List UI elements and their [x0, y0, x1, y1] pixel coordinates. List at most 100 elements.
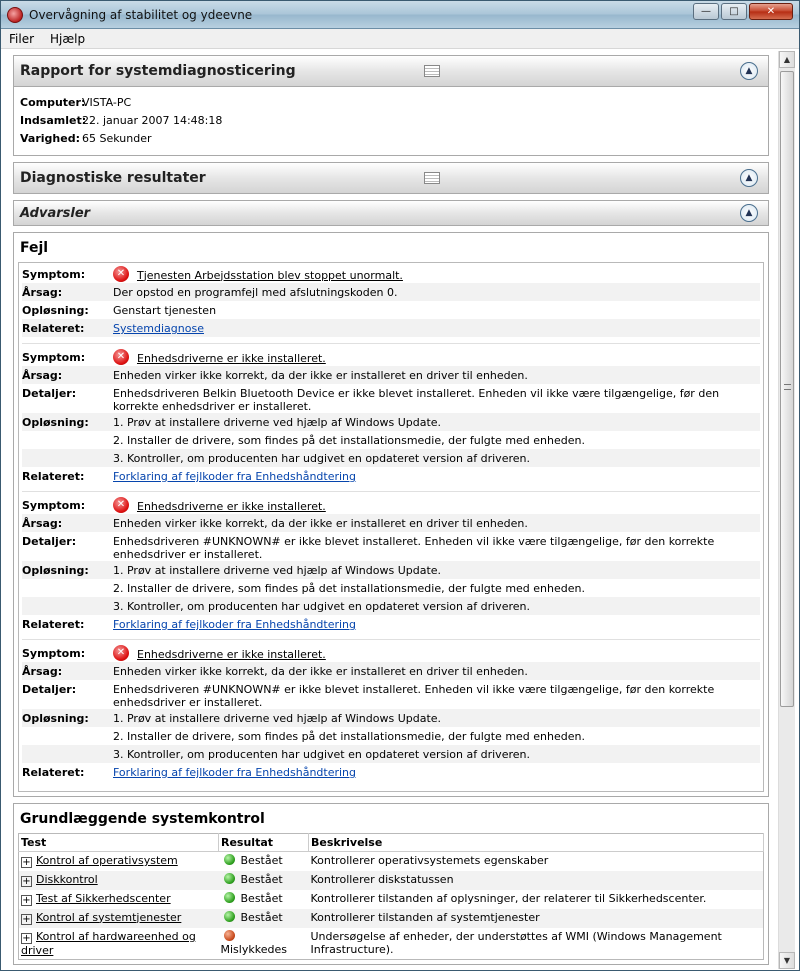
errors-title: Fejl: [20, 240, 49, 256]
solution-step: 3. Kontroller, om producenten har udgive…: [113, 452, 530, 465]
errors-list: Symptom: ✕ Tjenesten Arbejdsstation blev s…: [18, 262, 764, 792]
result-cell: Bestået: [218, 870, 309, 890]
report-section-header[interactable]: Rapport for systemdiagnosticering ▲: [13, 55, 769, 87]
details-text: Enhedsdriveren #UNKNOWN# er ikke blevet …: [113, 535, 715, 561]
solution-step: 1. Prøv at installere driverne ved hjælp…: [113, 712, 442, 725]
error-row: Opløsning: Genstart tjenesten: [22, 301, 760, 319]
field-label: Detaljer:: [22, 683, 77, 696]
test-link[interactable]: Kontrol af operativsystem: [36, 854, 178, 867]
column-header-description[interactable]: Beskrivelse: [308, 833, 764, 852]
chevron-up-icon[interactable]: ▲: [740, 169, 758, 187]
result-text: Mislykkedes: [220, 942, 287, 956]
field-value: Genstart tjenesten: [113, 304, 760, 317]
cause-text: Enheden virker ikke korrekt, da der ikke…: [113, 369, 528, 382]
test-link[interactable]: Test af Sikkerhedscenter: [36, 892, 171, 905]
error-row: 3. Kontroller, om producenten har udgive…: [22, 597, 760, 615]
details-text: Enhedsdriveren Belkin Bluetooth Device e…: [113, 387, 720, 413]
close-button[interactable]: ✕: [749, 3, 793, 20]
field-label: Symptom:: [22, 351, 86, 364]
description-cell: Kontrollerer operativsystemets egenskabe…: [310, 854, 549, 867]
maximize-button[interactable]: □: [721, 3, 747, 20]
error-row: 2. Installer de drivere, som findes på d…: [22, 579, 760, 597]
report-info: Computer: VISTA-PC Indsamlet: 22. januar…: [13, 87, 769, 156]
vertical-scrollbar[interactable]: ▲ ▼: [778, 51, 795, 969]
test-link[interactable]: Kontrol af hardwareenhed og driver: [21, 930, 196, 957]
plus-expander-icon[interactable]: +: [21, 932, 32, 944]
symptom-text[interactable]: Enhedsdriverne er ikke installeret.: [137, 500, 326, 513]
monitor-app-icon: [7, 6, 23, 23]
test-link[interactable]: Kontrol af systemtjenester: [36, 911, 181, 924]
info-value: 22. januar 2007 14:48:18: [82, 113, 223, 127]
minimize-button[interactable]: —: [693, 3, 719, 20]
checks-panel: Grundlæggende systemkontrol Test Resulta…: [13, 803, 769, 965]
title-bar[interactable]: Overvågning af stabilitet og ydeevne — □…: [1, 1, 799, 29]
app-window: Overvågning af stabilitet og ydeevne — □…: [0, 0, 800, 971]
error-row: 3. Kontroller, om producenten har udgive…: [22, 449, 760, 467]
plus-expander-icon[interactable]: +: [21, 857, 32, 868]
diagnostic-section-header[interactable]: Diagnostiske resultater ▲: [13, 162, 769, 194]
scroll-down-arrow-icon[interactable]: ▼: [779, 952, 795, 969]
symptom-text[interactable]: Enhedsdriverne er ikke installeret.: [137, 352, 326, 365]
field-value: Forklaring af fejlkoder fra Enhedshåndte…: [113, 766, 760, 779]
field-label: Opløsning:: [22, 416, 89, 429]
field-value: 1. Prøv at installere driverne ved hjælp…: [113, 564, 760, 577]
table-row[interactable]: + Kontrol af hardwareenhed og driver Misly…: [19, 928, 764, 960]
menu-help[interactable]: Hjælp: [42, 32, 93, 46]
field-label: Symptom:: [22, 268, 86, 281]
report-icon[interactable]: [424, 172, 440, 184]
field-label: Relateret:: [22, 618, 85, 631]
table-row[interactable]: + Kontrol af operativsystem Bestået Kontrol…: [19, 852, 764, 871]
plus-expander-icon[interactable]: +: [21, 894, 32, 906]
solution-step: 2. Installer de drivere, som findes på d…: [113, 730, 585, 743]
scroll-up-arrow-icon[interactable]: ▲: [779, 51, 795, 68]
cause-text: Der opstod en programfejl med afslutning…: [113, 286, 398, 299]
menu-file[interactable]: Filer: [1, 32, 42, 46]
error-x-icon: ✕: [113, 645, 129, 661]
symptom-text[interactable]: Enhedsdriverne er ikke installeret.: [137, 648, 326, 661]
solution-step: 2. Installer de drivere, som findes på d…: [113, 434, 585, 447]
chevron-up-icon[interactable]: ▲: [740, 204, 758, 222]
chevron-up-icon[interactable]: ▲: [740, 62, 758, 80]
related-link[interactable]: Forklaring af fejlkoder fra Enhedshåndte…: [113, 766, 356, 779]
field-label: Årsag:: [22, 517, 63, 530]
error-row: 3. Kontroller, om producenten har udgive…: [22, 745, 760, 763]
description-cell: Kontrollerer tilstanden af oplysninger, …: [310, 891, 707, 905]
test-link[interactable]: Diskkontrol: [36, 873, 98, 886]
error-entry: Symptom: ✕ Tjenesten Arbejdsstation blev s…: [22, 265, 760, 344]
plus-expander-icon[interactable]: +: [21, 875, 32, 887]
report-icon[interactable]: [424, 65, 440, 77]
column-header-test[interactable]: Test: [18, 833, 219, 852]
error-row: Symptom: ✕ Tjenesten Arbejdsstation blev s…: [22, 265, 760, 283]
field-label: Relateret:: [22, 322, 85, 335]
table-row[interactable]: + Kontrol af systemtjenester Bestået Kontro…: [18, 908, 764, 928]
scroll-thumb[interactable]: [780, 71, 794, 707]
description-cell: Kontrollerer tilstanden af systemtjenest…: [308, 908, 764, 928]
column-header-result[interactable]: Resultat: [218, 833, 309, 852]
fail-status-icon: [223, 929, 235, 941]
info-value: VISTA-PC: [82, 95, 132, 109]
related-link[interactable]: Forklaring af fejlkoder fra Enhedshåndte…: [113, 618, 356, 631]
plus-expander-icon[interactable]: +: [21, 913, 32, 925]
solution-step: Genstart tjenesten: [113, 304, 217, 317]
related-link[interactable]: Forklaring af fejlkoder fra Enhedshåndte…: [113, 470, 356, 483]
result-text: Bestået: [240, 872, 283, 886]
symptom-text[interactable]: Tjenesten Arbejdsstation blev stoppet un…: [137, 269, 403, 282]
error-row: Relateret: Forklaring af fejlkoder fra En…: [22, 763, 760, 781]
error-row: 2. Installer de drivere, som findes på d…: [22, 727, 760, 745]
error-row: Årsag: Enheden virker ikke korrekt, da de…: [22, 662, 760, 680]
table-row[interactable]: + Test af Sikkerhedscenter Bestået Kontroll…: [19, 890, 764, 909]
description-cell: Undersøgelse af enheder, der understøtte…: [310, 929, 722, 956]
field-label: Relateret:: [22, 766, 85, 779]
pass-status-icon: [223, 854, 235, 865]
warnings-section-header[interactable]: Advarsler ▲: [13, 200, 769, 226]
result-text: Bestået: [240, 854, 283, 867]
table-row[interactable]: + Diskkontrol Bestået Kontrollerer diskstat…: [18, 870, 764, 890]
field-value: ✕ Tjenesten Arbejdsstation blev stoppet u…: [113, 266, 760, 282]
related-link[interactable]: Systemdiagnose: [113, 322, 204, 335]
grip-icon: [784, 384, 791, 390]
menu-bar: Filer Hjælp: [1, 29, 799, 49]
field-value: Systemdiagnose: [113, 322, 760, 335]
error-row: Årsag: Enheden virker ikke korrekt, da de…: [22, 366, 760, 384]
solution-step: 2. Installer de drivere, som findes på d…: [113, 582, 585, 595]
field-value: 1. Prøv at installere driverne ved hjælp…: [113, 416, 760, 429]
